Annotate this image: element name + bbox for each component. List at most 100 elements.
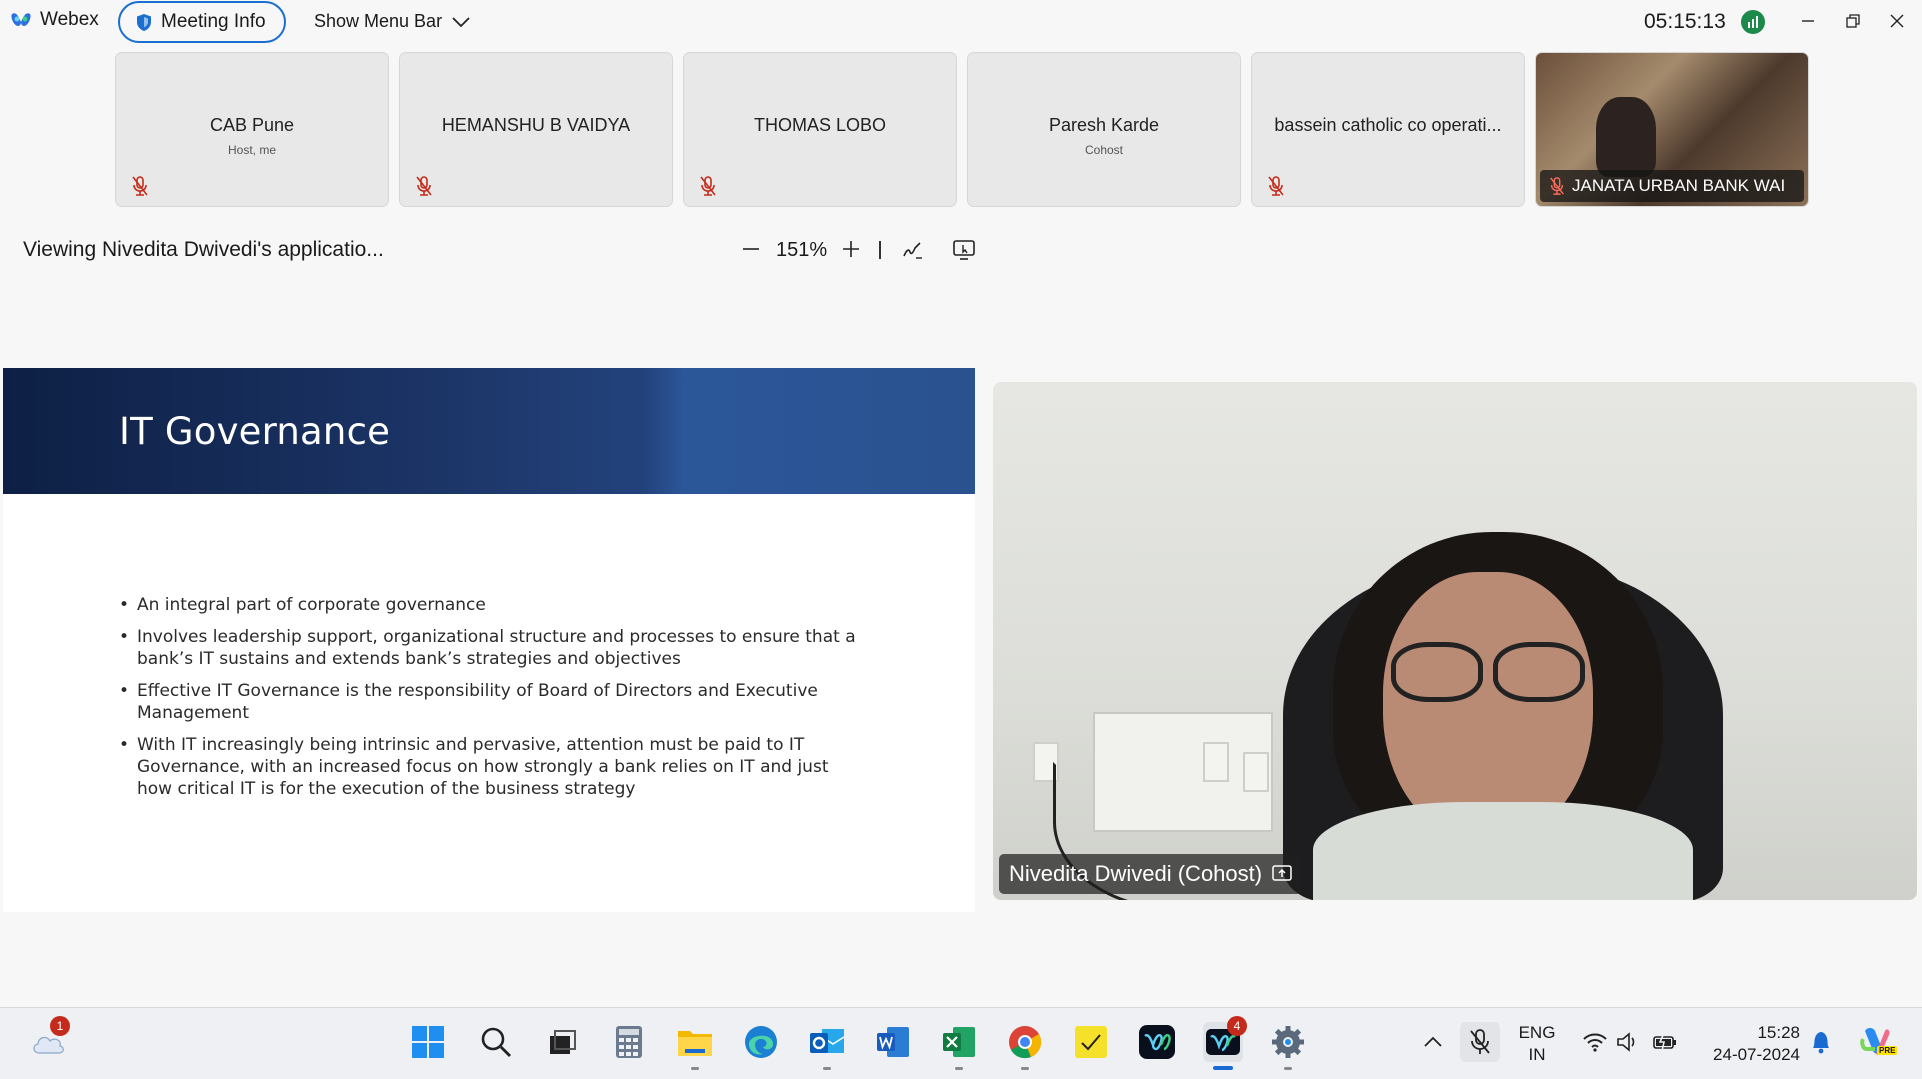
webex-taskbar-app[interactable] (1137, 1022, 1177, 1062)
participant-tile[interactable]: Paresh Karde Cohost (967, 52, 1241, 207)
muted-mic-icon (416, 176, 432, 196)
chrome-app[interactable] (1005, 1022, 1045, 1070)
annotate-pen-icon (903, 242, 922, 259)
sticky-notes-icon (1075, 1026, 1107, 1058)
speaker-glasses (1391, 642, 1483, 702)
app-name: Webex (40, 9, 99, 30)
running-indicator (823, 1067, 831, 1070)
speaker-volume-icon (1617, 1032, 1635, 1052)
slide-bullet: An integral part of corporate governance (119, 594, 859, 616)
microphone-muted-tray[interactable] (1460, 1022, 1500, 1062)
notifications-button[interactable] (1801, 1022, 1841, 1062)
zoom-level: 151% (776, 239, 828, 261)
muted-mic-icon (700, 176, 716, 196)
battery-charging-icon (1653, 1032, 1676, 1052)
sticky-notes-app[interactable] (1071, 1022, 1111, 1062)
chevron-down-icon (452, 16, 470, 27)
slide-title: IT Governance (119, 410, 391, 453)
meeting-info-button[interactable]: Meeting Info (118, 1, 286, 43)
volume-status[interactable] (1607, 1022, 1647, 1062)
slide-bullet: Involves leadership support, organizatio… (119, 626, 859, 670)
muted-mic-icon (1268, 176, 1284, 196)
language-code: ENG (1518, 1023, 1556, 1042)
file-explorer-app[interactable] (675, 1022, 715, 1070)
battery-status[interactable] (1645, 1022, 1685, 1062)
request-control-button[interactable] (950, 236, 978, 264)
zoom-out-button[interactable] (738, 236, 764, 262)
speaker-name: Nivedita Dwivedi (Cohost) (1009, 861, 1263, 886)
calculator-app[interactable] (609, 1022, 649, 1062)
connection-quality-icon[interactable] (1741, 10, 1765, 34)
minimize-icon (1802, 20, 1814, 22)
sharing-screen-icon (1272, 865, 1292, 881)
speaker-name-label: Nivedita Dwivedi (Cohost) (999, 854, 1303, 894)
weather-widget[interactable]: 1 (28, 1016, 70, 1062)
participant-tile[interactable]: CAB Pune Host, me (115, 52, 389, 207)
participant-role: Cohost (1084, 143, 1124, 157)
outlook-app[interactable] (807, 1022, 847, 1070)
participant-name: THOMAS LOBO (753, 115, 887, 135)
minimize-button[interactable] (1793, 6, 1823, 36)
muted-mic-icon (132, 176, 148, 196)
active-speaker-video[interactable]: Nivedita Dwivedi (Cohost) (993, 382, 1917, 900)
microphone-muted-icon (1470, 1029, 1490, 1054)
excel-app[interactable] (939, 1022, 979, 1070)
slide-bullet: With IT increasingly being intrinsic and… (119, 734, 859, 800)
word-app[interactable] (873, 1022, 913, 1062)
search-icon (481, 1027, 511, 1057)
settings-app[interactable] (1268, 1022, 1308, 1070)
running-indicator (691, 1067, 699, 1070)
shared-slide: IT Governance An integral part of corpor… (3, 368, 975, 912)
webex-meeting-app[interactable]: 4 (1203, 1016, 1247, 1070)
participant-name: Paresh Karde (1048, 115, 1160, 135)
zoom-in-button[interactable] (838, 236, 864, 262)
edge-app[interactable] (741, 1022, 781, 1062)
participant-video-feed (1596, 97, 1656, 177)
copilot-button[interactable]: PRE (1855, 1022, 1898, 1062)
windows-taskbar: 1 4 ENG IN 15:28 24-07-2024 PRE (0, 1007, 1922, 1079)
weather-badge: 1 (50, 1016, 70, 1036)
slide-bullet-list: An integral part of corporate governance… (119, 594, 859, 810)
outlook-icon (810, 1029, 845, 1053)
taskbar-time: 15:28 (1757, 1023, 1800, 1042)
running-indicator (1021, 1067, 1029, 1070)
taskbar-date: 24-07-2024 (1713, 1045, 1800, 1064)
edge-browser-icon (745, 1026, 777, 1058)
search-button[interactable] (476, 1022, 516, 1062)
close-icon (1890, 14, 1904, 28)
calculator-icon (616, 1026, 642, 1058)
meeting-timer: 05:15:13 (1644, 10, 1726, 33)
shield-icon (137, 13, 151, 31)
region-code: IN (1528, 1045, 1546, 1064)
participant-name: JANATA URBAN BANK WAI (1572, 176, 1786, 195)
chrome-icon (1009, 1026, 1042, 1059)
app-brand: Webex (10, 9, 99, 31)
word-icon (877, 1027, 909, 1057)
speaker-glasses (1493, 642, 1585, 702)
start-button[interactable] (408, 1022, 448, 1062)
participant-tile[interactable]: bassein catholic co operati... (1251, 52, 1525, 207)
webex-logo-icon (11, 13, 31, 26)
bell-icon (1813, 1032, 1829, 1054)
restore-icon (1846, 14, 1860, 28)
close-button[interactable] (1882, 6, 1912, 36)
annotate-button[interactable] (898, 236, 926, 264)
slide-header: IT Governance (3, 368, 975, 494)
participant-video-tile[interactable]: JANATA URBAN BANK WAI (1535, 52, 1809, 207)
task-view-button[interactable] (542, 1022, 582, 1062)
remote-control-icon (953, 240, 975, 260)
windows-logo-icon (412, 1026, 444, 1058)
wifi-icon (1583, 1033, 1607, 1052)
clock-date-tray[interactable]: 15:28 24-07-2024 (1700, 1022, 1800, 1066)
folder-icon (678, 1031, 712, 1056)
participant-tile[interactable]: HEMANSHU B VAIDYA (399, 52, 673, 207)
restore-button[interactable] (1838, 6, 1868, 36)
show-menu-bar-button[interactable]: Show Menu Bar (314, 11, 470, 32)
input-language-indicator[interactable]: ENG IN (1514, 1022, 1560, 1066)
participant-role: Host, me (227, 143, 276, 157)
participant-video-label: JANATA URBAN BANK WAI (1540, 170, 1804, 202)
participant-tile[interactable]: THOMAS LOBO (683, 52, 957, 207)
running-indicator (955, 1067, 963, 1070)
title-bar: Webex Meeting Info Show Menu Bar 05:15:1… (0, 0, 1922, 46)
show-hidden-icons-button[interactable] (1413, 1022, 1453, 1062)
